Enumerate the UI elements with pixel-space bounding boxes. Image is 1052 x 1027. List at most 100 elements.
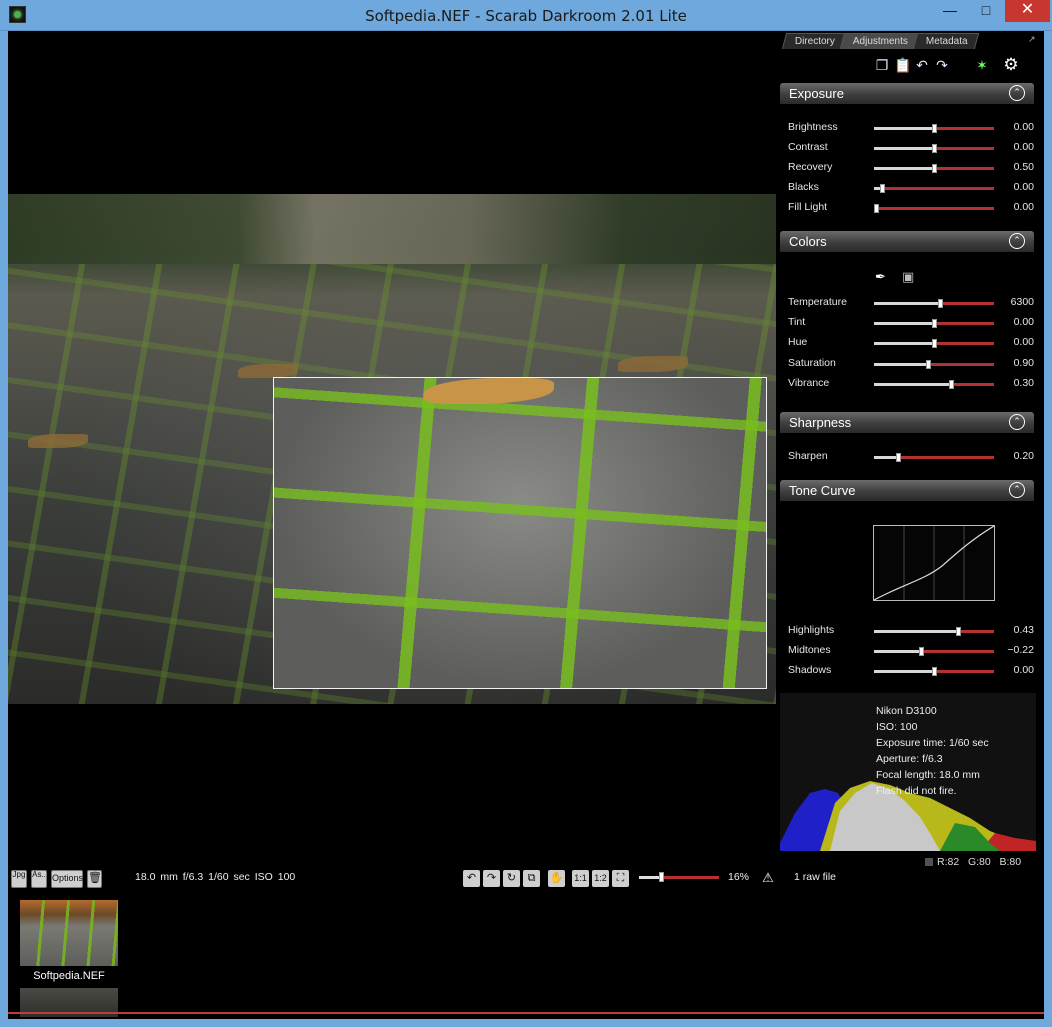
slider-track[interactable] (874, 302, 994, 305)
slider-thumb[interactable] (926, 359, 931, 369)
slider-thumb[interactable] (932, 667, 937, 676)
slider-label: Vibrance (788, 376, 830, 389)
histogram: Nikon D3100 ISO: 100 Exposure time: 1/60… (780, 693, 1036, 851)
crop-selection[interactable] (273, 377, 767, 689)
slider-value: 0.00 (1013, 316, 1034, 329)
slider-track[interactable] (874, 382, 994, 386)
slider-label: Fill Light (788, 201, 828, 213)
slider-thumb[interactable] (932, 319, 937, 329)
slider-thumb[interactable] (932, 144, 937, 153)
zoom-1to2-button[interactable]: 1:2 (592, 870, 609, 887)
photo-leaf (238, 364, 298, 378)
colors-title: Colors (789, 234, 827, 249)
slider-value: 0.00 (1013, 336, 1034, 349)
zoom-slider[interactable] (639, 876, 719, 879)
zoom-slider-thumb[interactable] (658, 872, 664, 882)
collapse-icon[interactable]: ⌃ (1009, 233, 1025, 249)
slider-label: Tint (788, 316, 806, 329)
hand-icon[interactable]: ✋ (548, 870, 565, 887)
exposure-header[interactable]: Exposure ⌃ (780, 83, 1034, 104)
options-button[interactable]: Options (51, 870, 83, 888)
save-jpg-button[interactable]: Jpg (11, 870, 27, 888)
redo-icon[interactable]: ↷ (934, 57, 950, 73)
slider-row-sharpen: Sharpen 0.20 (788, 448, 1034, 464)
slider-thumb[interactable] (932, 164, 937, 173)
trash-icon[interactable]: 🗑 (87, 870, 102, 888)
copy-icon[interactable]: ❐ (874, 57, 890, 73)
slider-row-blacks: Blacks 0.00 (788, 179, 1034, 195)
close-button[interactable]: ✕ (1005, 0, 1050, 22)
color-swatch (925, 858, 933, 866)
minimize-button[interactable]: — (933, 0, 967, 22)
slider-thumb[interactable] (880, 184, 886, 193)
slider-label: Midtones (788, 644, 831, 656)
slider-label: Blacks (788, 181, 819, 193)
tab-adjustments[interactable]: Adjustments (839, 33, 920, 49)
reset-rotation-icon[interactable]: ↻ (503, 870, 520, 887)
sharpness-title: Sharpness (789, 415, 852, 430)
slider-row-highlights: Highlights 0.43 (788, 622, 1034, 638)
undo-icon[interactable]: ↶ (914, 57, 930, 73)
tone-curve-title: Tone Curve (789, 483, 856, 498)
slider-thumb[interactable] (932, 124, 937, 133)
slider-track[interactable] (874, 650, 994, 653)
photo-leaf (424, 378, 554, 404)
zoom-1to1-button[interactable]: 1:1 (572, 870, 589, 887)
maximize-button[interactable]: □ (969, 0, 1003, 22)
slider-thumb[interactable] (932, 339, 937, 349)
colors-header[interactable]: Colors ⌃ (780, 231, 1034, 252)
slider-thumb[interactable] (938, 299, 943, 308)
filmstrip: Softpedia.NEF (8, 890, 1044, 1017)
rotate-right-icon[interactable]: ↷ (483, 870, 500, 887)
warning-icon[interactable]: ⚠ (760, 870, 776, 886)
slider-thumb[interactable] (948, 379, 954, 389)
slider-label: Recovery (788, 161, 833, 173)
slider-value: 0.00 (1013, 181, 1034, 193)
slider-track[interactable] (874, 630, 994, 633)
slider-track[interactable] (874, 187, 994, 190)
tab-directory[interactable]: Directory (781, 33, 847, 49)
slider-label: Hue (788, 336, 808, 349)
slider-track[interactable] (874, 362, 994, 366)
window-title: Softpedia.NEF - Scarab Darkroom 2.01 Lit… (365, 7, 687, 25)
sharpness-header[interactable]: Sharpness ⌃ (780, 412, 1034, 433)
tab-metadata[interactable]: Metadata (912, 33, 979, 49)
expand-icon[interactable]: ↗ (1028, 34, 1038, 44)
slider-thumb[interactable] (874, 204, 880, 213)
collapse-icon[interactable]: ⌃ (1009, 414, 1025, 430)
slider-thumb[interactable] (918, 647, 924, 656)
tone-curve-header[interactable]: Tone Curve ⌃ (780, 480, 1034, 501)
rotate-left-icon[interactable]: ↶ (463, 870, 480, 887)
window-frame-right (1044, 31, 1052, 1027)
slider-track[interactable] (874, 207, 994, 210)
fit-screen-icon[interactable]: ⛶ (612, 870, 629, 887)
slider-label: Temperature (788, 296, 847, 308)
slider-track[interactable] (874, 456, 994, 459)
slider-row-brightness: Brightness 0.00 (788, 119, 1034, 135)
window-frame-left (0, 31, 8, 1027)
tone-curve-editor[interactable] (873, 525, 995, 601)
paste-icon[interactable]: 📋 (894, 57, 911, 73)
save-as-button[interactable]: As.. (31, 870, 47, 888)
slider-thumb[interactable] (896, 453, 901, 462)
crop-icon[interactable]: ⧉ (523, 870, 540, 887)
iso-info: ISO: 100 (876, 721, 918, 733)
collapse-icon[interactable]: ⌃ (1009, 482, 1025, 498)
exposure-time-info: Exposure time: 1/60 sec (876, 737, 989, 749)
thumbnail-image[interactable] (20, 900, 118, 966)
photo-leaf (28, 434, 88, 448)
bottom-toolbar: Jpg As.. Options 🗑 18.0 mm f/6.3 1/60 se… (8, 866, 1044, 890)
slider-value: 0.90 (1013, 356, 1034, 369)
slider-label: Sharpen (788, 450, 828, 462)
scarab-logo-icon[interactable]: ✶ (971, 57, 993, 73)
slider-row-midtones: Midtones −0.22 (788, 642, 1034, 658)
gear-icon[interactable]: ⚙ (1003, 56, 1019, 73)
eyedropper-icon[interactable]: ✒ (875, 269, 889, 284)
slider-thumb[interactable] (956, 627, 961, 636)
slider-row-tint: Tint 0.00 (788, 314, 1034, 330)
camera-wb-icon[interactable]: ▣ (902, 269, 922, 284)
collapse-icon[interactable]: ⌃ (1009, 85, 1025, 101)
thumbnail-label: Softpedia.NEF (33, 970, 105, 982)
zoom-value: 16% (728, 871, 750, 883)
filmstrip-scrollbar[interactable] (8, 1012, 1044, 1014)
